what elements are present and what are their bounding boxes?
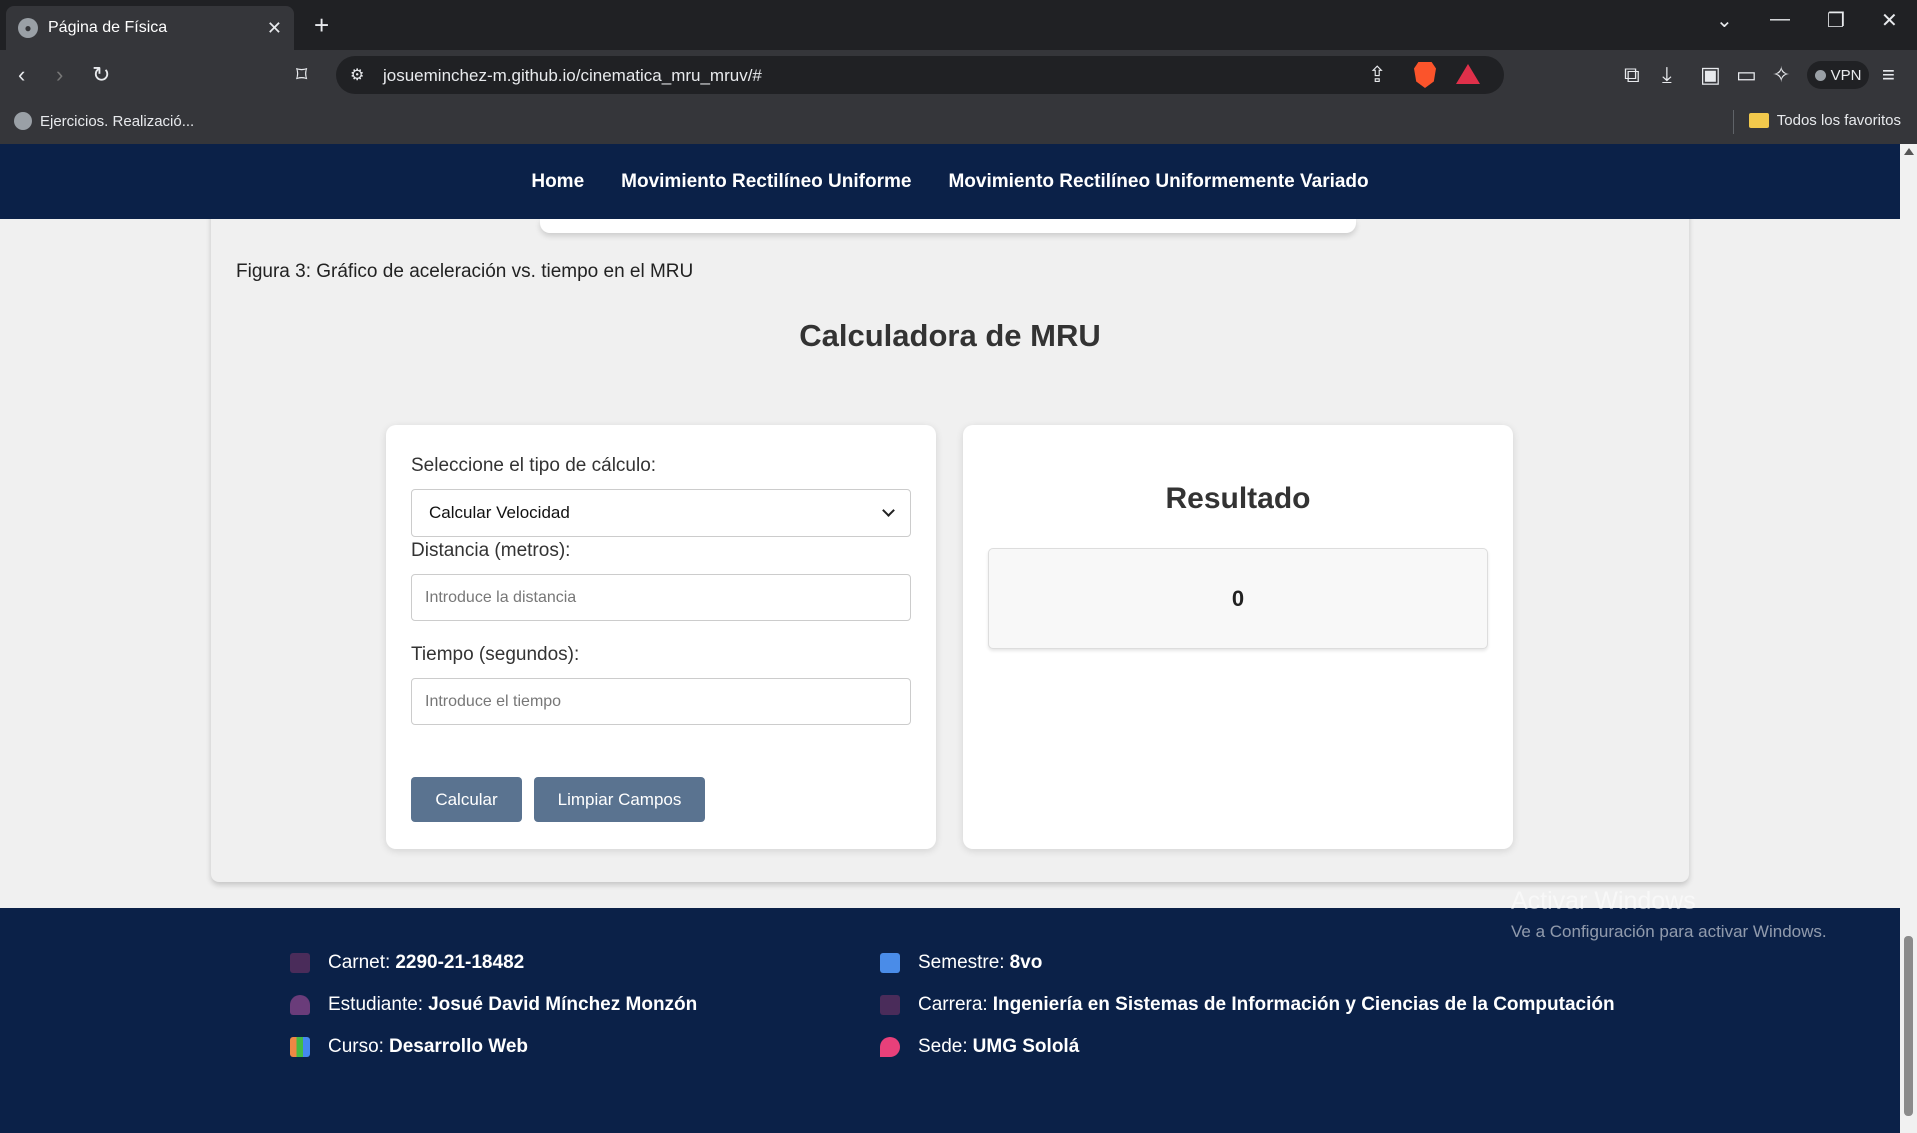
result-title: Resultado <box>1165 482 1311 515</box>
footer-career: Carrera: Ingeniería en Sistemas de Inform… <box>880 994 1615 1016</box>
vpn-status-icon <box>1814 69 1826 81</box>
browser-tab-bar: ● Página de Física ✕ + ⌄ — ❐ ✕ <box>0 0 1917 50</box>
brave-rewards-icon[interactable] <box>1456 64 1480 84</box>
page-scrollbar[interactable] <box>1900 144 1917 1133</box>
address-bar[interactable]: ⚙ josueminchez-m.github.io/cinematica_mr… <box>336 56 1504 94</box>
figure-image-edge <box>540 219 1356 233</box>
globe-icon <box>14 112 32 130</box>
figure-caption: Figura 3: Gráfico de aceleración vs. tie… <box>236 261 694 282</box>
sidebar-icon[interactable]: ▣ <box>1700 62 1721 88</box>
tab-title: Página de Física <box>48 19 168 36</box>
nav-mruv[interactable]: Movimiento Rectilíneo Uniformemente Vari… <box>948 171 1368 193</box>
wallet-icon[interactable]: ▭ <box>1736 62 1757 88</box>
chevron-down-icon <box>882 504 895 517</box>
calculator-title: Calculadora de MRU <box>799 318 1101 353</box>
leo-ai-icon[interactable]: ✧ <box>1772 62 1790 88</box>
close-window-button[interactable]: ✕ <box>1881 8 1898 33</box>
url-text[interactable]: josueminchez-m.github.io/cinematica_mru_… <box>383 66 762 86</box>
reload-icon[interactable]: ↻ <box>92 62 110 88</box>
footer-semester: Semestre: 8vo <box>880 952 1042 974</box>
site-navbar: Home Movimiento Rectilíneo Uniforme Movi… <box>0 144 1900 219</box>
forward-icon[interactable]: › <box>56 62 63 88</box>
footer-course: Curso: Desarrollo Web <box>290 1036 528 1058</box>
time-input[interactable]: Introduce el tiempo <box>411 678 911 725</box>
browser-toolbar: ‹ › ↻ ⌑ ⚙ josueminchez-m.github.io/cinem… <box>0 50 1917 100</box>
vpn-button[interactable]: VPN <box>1807 61 1869 89</box>
graduation-cap-icon <box>290 953 310 973</box>
calc-type-label: Seleccione el tipo de cálculo: <box>411 455 657 476</box>
result-panel: Resultado 0 <box>963 425 1513 849</box>
distance-input[interactable]: Introduce la distancia <box>411 574 911 621</box>
minimize-button[interactable]: — <box>1770 8 1790 31</box>
bookmark-separator <box>1733 110 1734 134</box>
bookmarks-bar: Ejercicios. Realizació... Todos los favo… <box>0 100 1917 144</box>
nav-home[interactable]: Home <box>531 171 584 193</box>
folder-icon <box>1748 113 1769 128</box>
scroll-thumb[interactable] <box>1904 936 1913 1116</box>
distance-label: Distancia (metros): <box>411 540 571 561</box>
calc-type-select[interactable]: Calcular Velocidad <box>411 489 911 537</box>
footer-carnet: Carnet: 2290-21-18482 <box>290 952 524 974</box>
calculate-button[interactable]: Calcular <box>411 777 522 822</box>
share-icon[interactable]: ⇪ <box>1368 62 1386 88</box>
books-icon <box>290 1037 310 1057</box>
menu-icon[interactable]: ≡ <box>1882 62 1895 88</box>
nav-mru[interactable]: Movimiento Rectilíneo Uniforme <box>621 171 911 193</box>
globe-icon: ● <box>18 18 38 38</box>
scroll-up-icon[interactable] <box>1904 148 1914 155</box>
tab-search-icon[interactable]: ⌄ <box>1716 8 1733 33</box>
footer-student: Estudiante: Josué David Mínchez Monzón <box>290 994 697 1016</box>
calculator-form: Seleccione el tipo de cálculo: Calcular … <box>386 425 936 849</box>
all-bookmarks-folder[interactable]: Todos los favoritos <box>1748 112 1901 129</box>
graduation-cap-icon <box>880 995 900 1015</box>
location-pin-icon <box>880 1037 900 1057</box>
footer-campus: Sede: UMG Sololá <box>880 1036 1079 1058</box>
site-settings-icon[interactable]: ⚙ <box>350 65 364 85</box>
time-label: Tiempo (segundos): <box>411 644 580 665</box>
extensions-icon[interactable]: ⧉ <box>1624 62 1640 88</box>
brave-shields-icon[interactable] <box>1414 62 1436 88</box>
bookmark-icon[interactable]: ⌑ <box>296 62 307 88</box>
page-viewport: Home Movimiento Rectilíneo Uniforme Movi… <box>0 144 1900 1133</box>
bookmark-item[interactable]: Ejercicios. Realizació... <box>14 112 194 130</box>
clear-fields-button[interactable]: Limpiar Campos <box>534 777 705 822</box>
windows-activation-watermark: Activar Windows Ve a Configuración para … <box>1511 887 1827 941</box>
back-icon[interactable]: ‹ <box>18 62 25 88</box>
new-tab-button[interactable]: + <box>314 10 329 40</box>
restore-button[interactable]: ❐ <box>1827 8 1845 33</box>
download-icon[interactable]: ⤓ <box>1662 62 1672 88</box>
student-icon <box>290 995 310 1015</box>
result-value: 0 <box>988 548 1488 649</box>
calendar-icon <box>880 953 900 973</box>
close-tab-icon[interactable]: ✕ <box>267 18 282 39</box>
browser-tab[interactable]: ● Página de Física ✕ <box>6 6 294 50</box>
